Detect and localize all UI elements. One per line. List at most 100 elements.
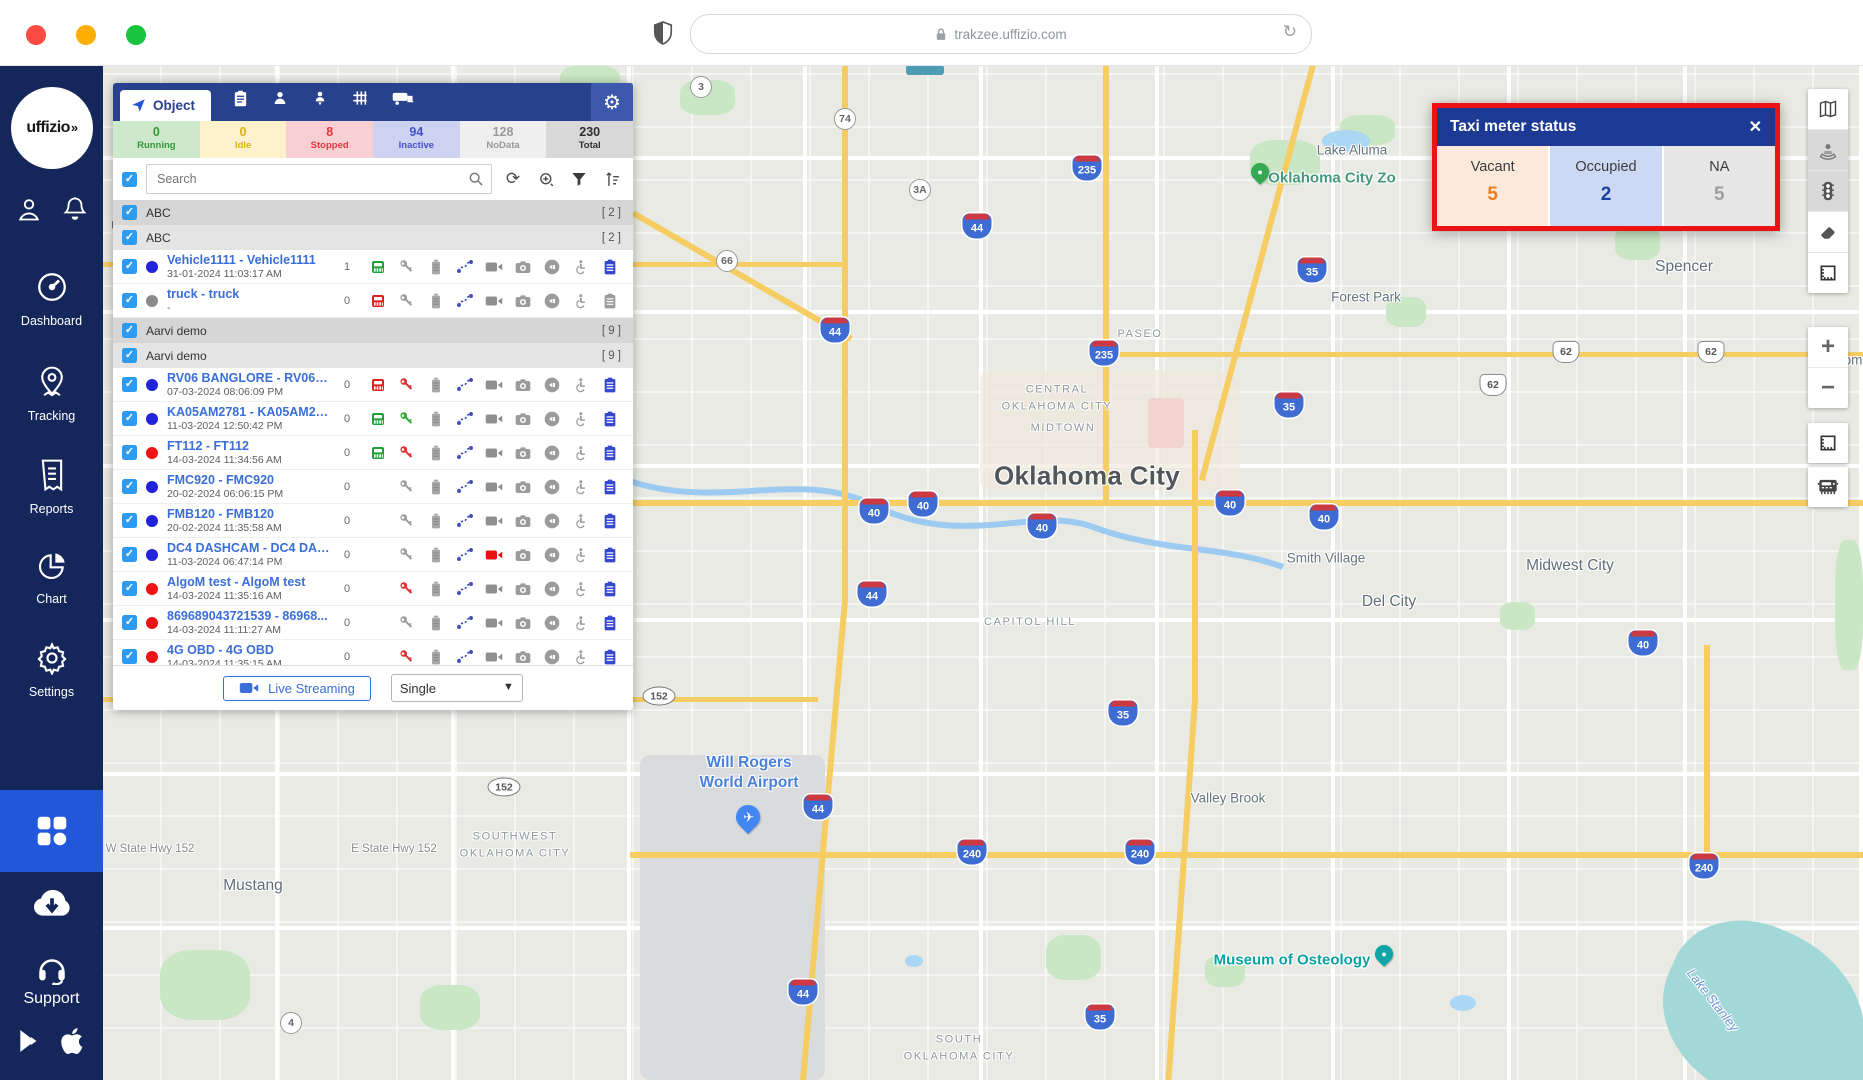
vehicle-checkbox[interactable]: ✓ bbox=[122, 615, 137, 630]
photo-camera-icon[interactable] bbox=[508, 514, 537, 528]
trip-log-icon[interactable] bbox=[595, 411, 624, 427]
map-canvas[interactable]: ✈ ● ● nyLake AlumaOklahoma City ZoSpence… bbox=[103, 65, 1863, 1080]
battery-icon[interactable] bbox=[421, 259, 450, 275]
address-bar[interactable]: trakzee.uffizio.com ↻ bbox=[690, 14, 1312, 54]
route-icon[interactable] bbox=[450, 615, 479, 630]
battery-icon[interactable] bbox=[421, 513, 450, 529]
route-icon[interactable] bbox=[450, 411, 479, 426]
photo-camera-icon[interactable] bbox=[508, 412, 537, 426]
user-profile-icon[interactable] bbox=[15, 195, 43, 228]
vehicle-checkbox[interactable]: ✓ bbox=[122, 513, 137, 528]
route-icon[interactable] bbox=[450, 377, 479, 392]
vehicle-checkbox[interactable]: ✓ bbox=[122, 581, 137, 596]
route-icon[interactable] bbox=[450, 581, 479, 596]
sidebar-item-dashboard[interactable]: Dashboard bbox=[0, 270, 103, 328]
trip-log-icon[interactable] bbox=[595, 615, 624, 631]
route-icon[interactable] bbox=[450, 649, 479, 664]
trip-log-icon[interactable] bbox=[595, 479, 624, 495]
status-cell-nodata[interactable]: 128NoData bbox=[460, 121, 547, 158]
accessibility-icon[interactable] bbox=[566, 377, 595, 393]
refresh-icon[interactable]: ⟳ bbox=[501, 169, 525, 189]
group-row[interactable]: ✓Aarvi demo[ 9 ] bbox=[113, 343, 633, 368]
tab-trailer-icon[interactable] bbox=[392, 90, 414, 112]
sort-icon[interactable] bbox=[600, 171, 624, 188]
trip-log-icon[interactable] bbox=[595, 259, 624, 275]
vehicle-row[interactable]: ✓Vehicle1111 - Vehicle111131-01-2024 11:… bbox=[113, 250, 633, 284]
battery-icon[interactable] bbox=[421, 649, 450, 665]
tab-object[interactable]: Object bbox=[120, 90, 211, 121]
accessibility-icon[interactable] bbox=[566, 581, 595, 597]
ignition-key-icon[interactable] bbox=[392, 445, 421, 460]
vehicle-row[interactable]: ✓RV06 BANGLORE - RV06 B...07-03-2024 08:… bbox=[113, 368, 633, 402]
media-playback-icon[interactable] bbox=[537, 581, 566, 597]
trip-log-icon[interactable] bbox=[595, 377, 624, 393]
window-minimize-button[interactable] bbox=[76, 25, 96, 45]
sidebar-item-reports[interactable]: Reports bbox=[0, 458, 103, 516]
group-row[interactable]: ✓Aarvi demo[ 9 ] bbox=[113, 318, 633, 343]
tab-person-pin-icon[interactable] bbox=[312, 90, 328, 112]
media-playback-icon[interactable] bbox=[537, 513, 566, 529]
filter-icon[interactable] bbox=[567, 171, 591, 187]
search-icon[interactable] bbox=[468, 171, 484, 192]
zoom-out-button[interactable]: − bbox=[1808, 368, 1848, 408]
live-streaming-button[interactable]: Live Streaming bbox=[223, 676, 371, 701]
group-checkbox[interactable]: ✓ bbox=[122, 230, 137, 245]
trip-log-icon[interactable] bbox=[595, 293, 624, 309]
apple-icon[interactable] bbox=[60, 1027, 86, 1060]
status-cell-idle[interactable]: 0Idle bbox=[200, 121, 287, 158]
video-camera-icon[interactable] bbox=[479, 616, 508, 630]
vehicle-checkbox[interactable]: ✓ bbox=[122, 411, 137, 426]
video-camera-icon[interactable] bbox=[479, 650, 508, 664]
vehicle-row[interactable]: ✓4G OBD - 4G OBD14-03-2024 11:35:15 AM0 bbox=[113, 640, 633, 665]
trip-log-icon[interactable] bbox=[595, 513, 624, 529]
group-checkbox[interactable]: ✓ bbox=[122, 348, 137, 363]
tab-driver-icon[interactable] bbox=[233, 90, 248, 112]
battery-icon[interactable] bbox=[421, 445, 450, 461]
ignition-key-icon[interactable] bbox=[392, 479, 421, 494]
media-playback-icon[interactable] bbox=[537, 377, 566, 393]
photo-camera-icon[interactable] bbox=[508, 480, 537, 494]
video-camera-icon[interactable] bbox=[479, 514, 508, 528]
vehicle-row[interactable]: ✓FMB120 - FMB12020-02-2024 11:35:58 AM0 bbox=[113, 504, 633, 538]
vehicle-checkbox[interactable]: ✓ bbox=[122, 377, 137, 392]
map-type-button[interactable] bbox=[1808, 89, 1848, 130]
media-playback-icon[interactable] bbox=[537, 649, 566, 665]
vehicle-row[interactable]: ✓truck - truck-0 bbox=[113, 284, 633, 318]
vehicle-checkbox[interactable]: ✓ bbox=[122, 479, 137, 494]
trip-log-icon[interactable] bbox=[595, 445, 624, 461]
photo-camera-icon[interactable] bbox=[508, 650, 537, 664]
sidebar-item-settings[interactable]: Settings bbox=[0, 641, 103, 699]
window-close-button[interactable] bbox=[26, 25, 46, 45]
ignition-key-icon[interactable] bbox=[392, 259, 421, 274]
accessibility-icon[interactable] bbox=[566, 513, 595, 529]
media-playback-icon[interactable] bbox=[537, 411, 566, 427]
group-row[interactable]: ✓ABC[ 2 ] bbox=[113, 225, 633, 250]
video-camera-icon[interactable] bbox=[479, 294, 508, 308]
media-playback-icon[interactable] bbox=[537, 259, 566, 275]
media-playback-icon[interactable] bbox=[537, 479, 566, 495]
notifications-bell-icon[interactable] bbox=[61, 195, 89, 228]
vehicle-row[interactable]: ✓869689043721539 - 86968...14-03-2024 11… bbox=[113, 606, 633, 640]
battery-icon[interactable] bbox=[421, 479, 450, 495]
video-camera-icon[interactable] bbox=[479, 260, 508, 274]
street-view-button[interactable] bbox=[1808, 130, 1848, 171]
taxi-meter-icon[interactable] bbox=[363, 377, 392, 393]
vehicle-row[interactable]: ✓FMC920 - FMC92020-02-2024 06:06:15 PM0 bbox=[113, 470, 633, 504]
accessibility-icon[interactable] bbox=[566, 479, 595, 495]
vehicle-row[interactable]: ✓KA05AM2781 - KA05AM27...11-03-2024 12:5… bbox=[113, 402, 633, 436]
sidebar-item-tracking[interactable]: Tracking bbox=[0, 365, 103, 423]
battery-icon[interactable] bbox=[421, 411, 450, 427]
media-playback-icon[interactable] bbox=[537, 547, 566, 563]
battery-icon[interactable] bbox=[421, 547, 450, 563]
accessibility-icon[interactable] bbox=[566, 445, 595, 461]
measure-button[interactable] bbox=[1808, 253, 1848, 293]
vehicle-row[interactable]: ✓FT112 - FT11214-03-2024 11:34:56 AM0 bbox=[113, 436, 633, 470]
group-checkbox[interactable]: ✓ bbox=[122, 323, 137, 338]
trip-log-icon[interactable] bbox=[595, 547, 624, 563]
photo-camera-icon[interactable] bbox=[508, 260, 537, 274]
status-cell-total[interactable]: 230Total bbox=[546, 121, 633, 158]
photo-camera-icon[interactable] bbox=[508, 446, 537, 460]
accessibility-icon[interactable] bbox=[566, 293, 595, 309]
battery-icon[interactable] bbox=[421, 293, 450, 309]
battery-icon[interactable] bbox=[421, 615, 450, 631]
